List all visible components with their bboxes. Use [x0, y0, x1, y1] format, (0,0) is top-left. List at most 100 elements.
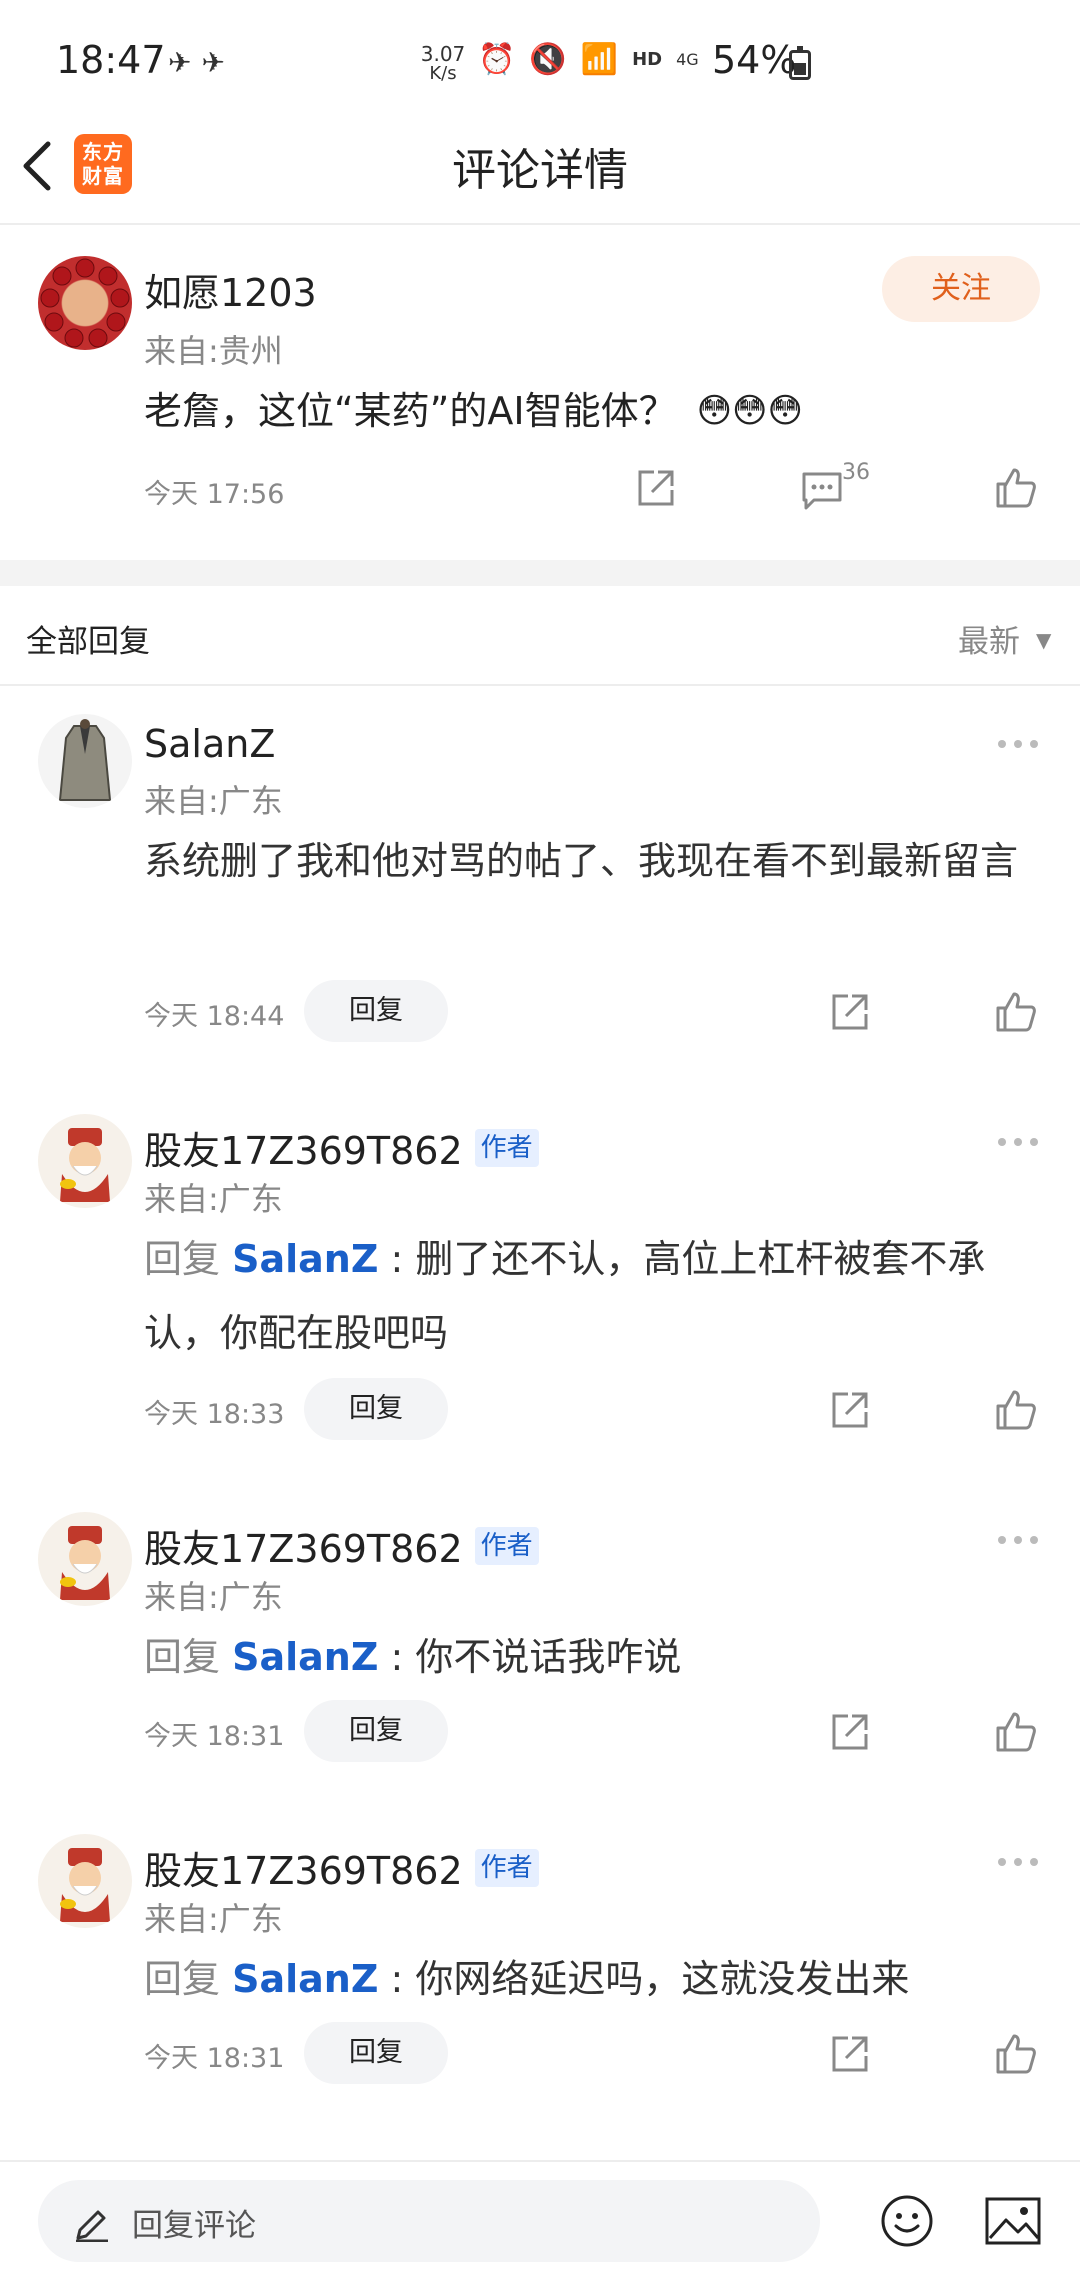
- reply-button[interactable]: 回复: [304, 1700, 448, 1762]
- reply-time: 今天 18:31: [144, 2043, 285, 2074]
- comment-username[interactable]: 如愿1203: [144, 262, 317, 317]
- header-divider: [0, 223, 1080, 225]
- notification-icons: ✈✈: [168, 46, 235, 79]
- network-speed-unit: K/s: [429, 63, 457, 84]
- avatar[interactable]: [38, 1834, 132, 1928]
- reply-text: 你网络延迟吗，这就没发出来: [415, 1957, 910, 2001]
- share-icon[interactable]: [634, 466, 678, 510]
- status-icons: ⏰ 🔇 📶 HD 4G: [478, 42, 699, 77]
- share-icon[interactable]: [828, 990, 872, 1034]
- notification-icon: ✈: [201, 46, 235, 79]
- author-badge: 作者: [474, 1848, 539, 1887]
- like-icon[interactable]: [994, 1388, 1038, 1432]
- reply-text-block: 回复 SalanZ : 你不说话我咋说: [144, 1620, 1024, 1694]
- status-time: 18:47: [56, 38, 166, 82]
- battery-icon: [789, 46, 811, 80]
- notification-icon: ✈: [168, 46, 202, 79]
- flushed-emoji: 😳: [696, 391, 733, 431]
- reply-to-user[interactable]: SalanZ: [232, 1237, 378, 1281]
- section-divider: [0, 560, 1080, 586]
- hd-label: HD: [632, 49, 663, 70]
- network-speed: 3.07 K/s: [418, 44, 468, 84]
- reply-to-user[interactable]: SalanZ: [232, 1635, 378, 1679]
- reply-prefix: 回复: [144, 1237, 221, 1281]
- flushed-emoji: 😳: [767, 391, 803, 431]
- reply-colon: :: [390, 1957, 404, 2001]
- comment-location: 来自:贵州: [144, 332, 283, 370]
- author-badge: 作者: [474, 1128, 539, 1167]
- share-icon[interactable]: [828, 1388, 872, 1432]
- comment-text: 老詹，这位“某药”的AI智能体？: [144, 389, 677, 433]
- reply-prefix: 回复: [144, 1635, 221, 1679]
- more-options-icon[interactable]: [996, 738, 1040, 750]
- coat-icon: [58, 719, 112, 801]
- reply-username-row: 股友17Z369T862 作者: [144, 1120, 539, 1175]
- author-badge: 作者: [474, 1526, 539, 1565]
- image-icon[interactable]: [984, 2196, 1042, 2246]
- follow-button[interactable]: 关注: [882, 256, 1040, 322]
- more-options-icon[interactable]: [996, 1856, 1040, 1868]
- more-options-icon[interactable]: [996, 1136, 1040, 1148]
- avatar[interactable]: [38, 1114, 132, 1208]
- avatar[interactable]: [38, 256, 132, 350]
- reply-username[interactable]: 股友17Z369T862: [144, 1840, 463, 1895]
- reply-button[interactable]: 回复: [304, 2022, 448, 2084]
- fortune-god-icon: [60, 1526, 110, 1600]
- fortune-god-icon: [60, 1128, 110, 1202]
- fortune-god-icon: [60, 1848, 110, 1922]
- network-type: 4G: [676, 50, 699, 69]
- all-replies-title: 全部回复: [26, 624, 150, 660]
- flushed-emoji: 😳: [732, 391, 768, 431]
- like-icon[interactable]: [994, 1710, 1038, 1754]
- reply-input-placeholder[interactable]: 回复评论: [132, 2200, 256, 2245]
- reply-username-row: 股友17Z369T862 作者: [144, 1518, 539, 1573]
- reply-button[interactable]: 回复: [304, 980, 448, 1042]
- avatar[interactable]: [38, 714, 132, 808]
- reply-text-block: 回复 SalanZ : 删了还不认，高位上杠杆被套不承认，你配在股吧吗: [144, 1222, 1024, 1370]
- wifi-icon: 📶: [580, 42, 619, 77]
- comment-time: 今天 17:56: [144, 479, 285, 510]
- share-icon[interactable]: [828, 2032, 872, 2076]
- like-icon[interactable]: [994, 2032, 1038, 2076]
- reply-time: 今天 18:31: [144, 1721, 285, 1752]
- chevron-down-icon[interactable]: ▼: [1036, 628, 1051, 652]
- reply-text: 系统删了我和他对骂的帖了、我现在看不到最新留言: [144, 839, 1019, 883]
- alarm-icon: ⏰: [478, 42, 516, 77]
- network-speed-value: 3.07: [420, 42, 466, 66]
- battery-percent: 54%: [712, 38, 797, 82]
- sort-dropdown[interactable]: 最新: [958, 616, 1020, 661]
- reply-username[interactable]: SalanZ: [144, 722, 275, 766]
- comment-text-row: 老詹，这位“某药”的AI智能体？ 😳😳😳: [144, 374, 803, 448]
- emoji-group: 😳😳😳: [697, 374, 803, 448]
- mute-icon: 🔇: [529, 42, 567, 77]
- comment-icon[interactable]: [800, 468, 844, 512]
- reply-location: 来自:广东: [144, 1578, 283, 1616]
- reply-location: 来自:广东: [144, 1180, 283, 1218]
- share-icon[interactable]: [828, 1710, 872, 1754]
- reply-time: 今天 18:33: [144, 1399, 285, 1430]
- reply-text: 你不说话我咋说: [415, 1635, 682, 1679]
- reply-time: 今天 18:44: [144, 1001, 285, 1032]
- like-icon[interactable]: [994, 466, 1038, 510]
- reply-username[interactable]: 股友17Z369T862: [144, 1120, 463, 1175]
- pencil-icon: [76, 2210, 108, 2242]
- avatar[interactable]: [38, 1512, 132, 1606]
- reply-count: 36: [842, 460, 870, 485]
- reply-colon: :: [390, 1635, 404, 1679]
- reply-location: 来自:广东: [144, 782, 283, 820]
- reply-location: 来自:广东: [144, 1900, 283, 1938]
- more-options-icon[interactable]: [996, 1534, 1040, 1546]
- reply-button[interactable]: 回复: [304, 1378, 448, 1440]
- emoji-icon[interactable]: [880, 2194, 934, 2248]
- reply-colon: :: [390, 1237, 404, 1281]
- like-icon[interactable]: [994, 990, 1038, 1034]
- reply-text-block: 回复 SalanZ : 你网络延迟吗，这就没发出来: [144, 1942, 1024, 2016]
- bottom-divider: [0, 2160, 1080, 2162]
- page-title: 评论详情: [452, 145, 628, 196]
- reply-prefix: 回复: [144, 1957, 221, 2001]
- reply-username[interactable]: 股友17Z369T862: [144, 1518, 463, 1573]
- reply-to-user[interactable]: SalanZ: [232, 1957, 378, 2001]
- replies-divider: [0, 684, 1080, 686]
- reply-username-row: 股友17Z369T862 作者: [144, 1840, 539, 1895]
- bead-bracelet-icon: [40, 258, 130, 348]
